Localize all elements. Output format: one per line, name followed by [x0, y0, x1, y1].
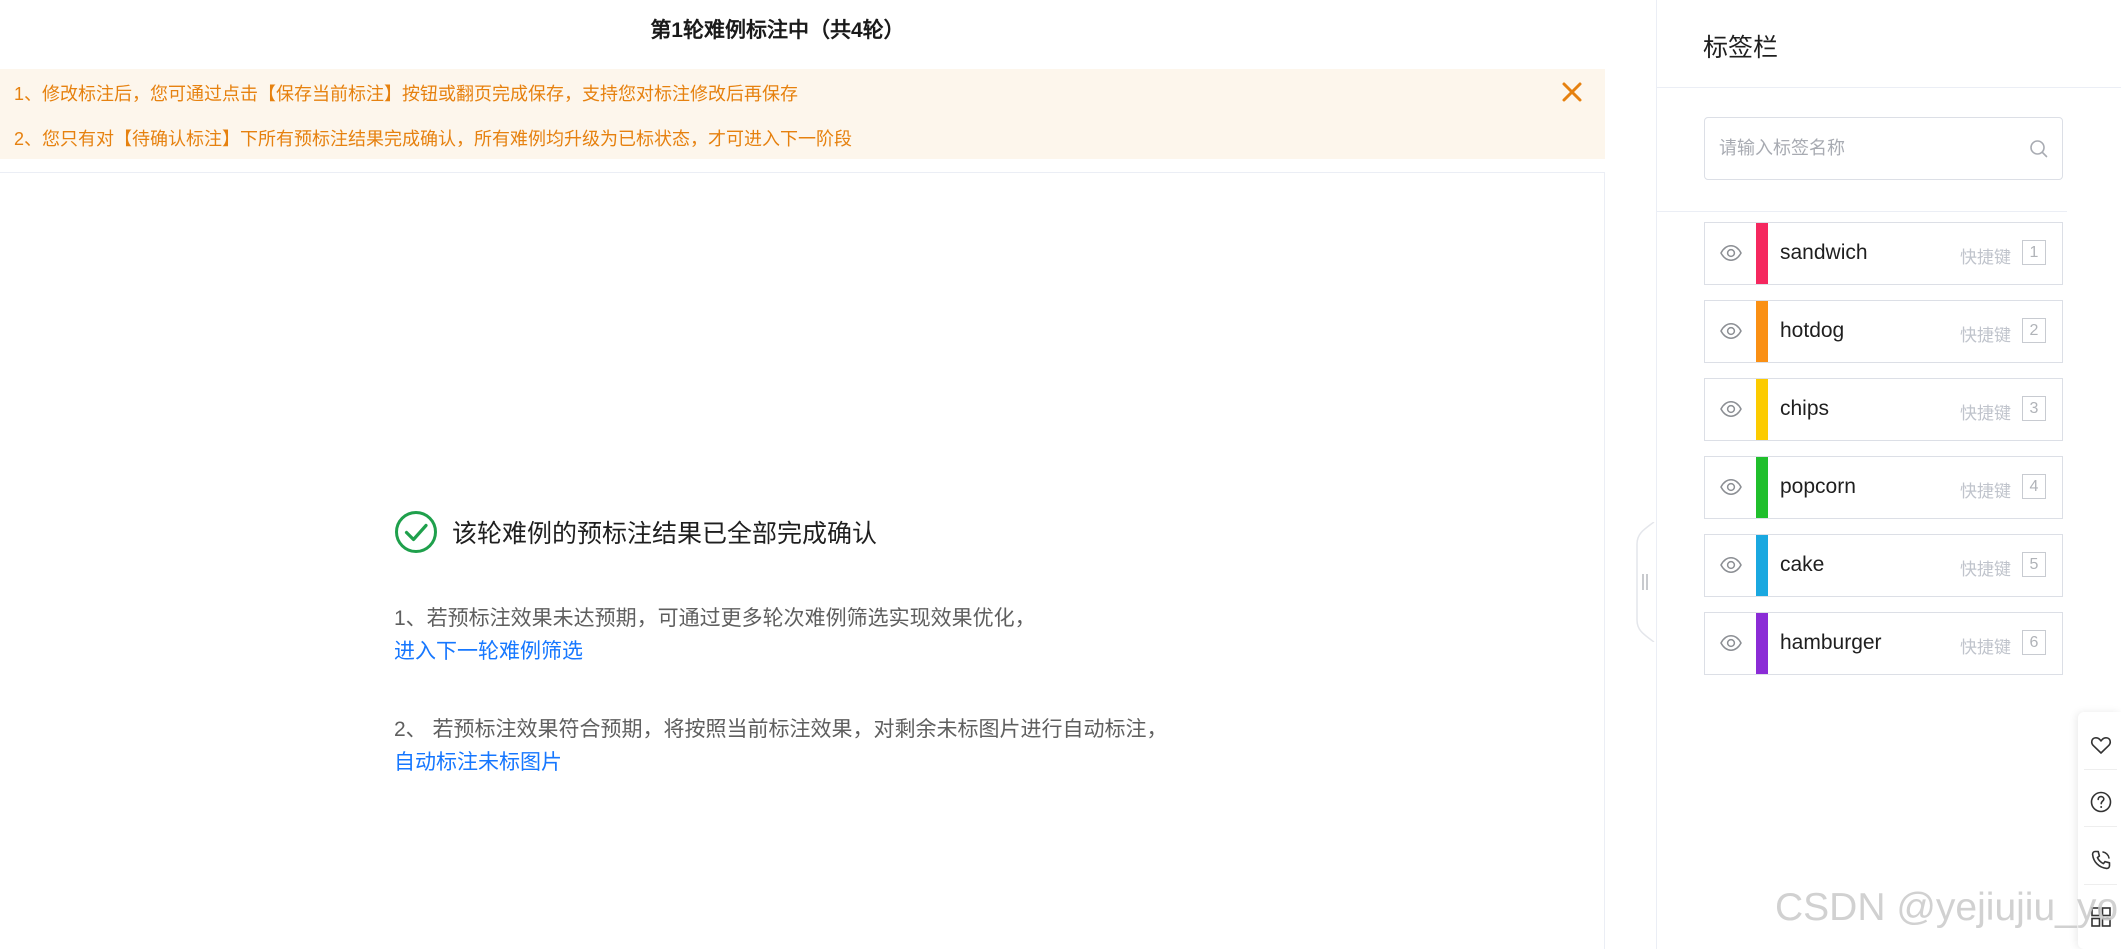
eye-icon[interactable] [1719, 475, 1743, 499]
label-item-popcorn[interactable]: popcorn 快捷键 4 [1704, 456, 2063, 519]
label-color-bar [1756, 457, 1768, 518]
app-page: 第1轮难例标注中（共4轮） 1、修改标注后，您可通过点击【保存当前标注】按钮或翻… [0, 0, 2121, 949]
completion-message: 该轮难例的预标注结果已全部完成确认 [394, 510, 877, 554]
label-item-hamburger[interactable]: hamburger 快捷键 6 [1704, 612, 2063, 675]
divider [2084, 769, 2117, 770]
shortcut-label: 快捷键 [1960, 404, 2011, 423]
check-circle-icon [394, 510, 438, 554]
shortcut-key-badge: 3 [2022, 396, 2046, 421]
completion-text: 该轮难例的预标注结果已全部完成确认 [452, 520, 878, 548]
label-item-cake[interactable]: cake 快捷键 5 [1704, 534, 2063, 597]
divider [1657, 211, 2067, 212]
label-search-box [1704, 117, 2063, 180]
search-icon[interactable] [2028, 138, 2050, 160]
eye-icon[interactable] [1719, 319, 1743, 343]
shortcut-label: 快捷键 [1960, 248, 2011, 267]
step-1-text: 1、若预标注效果未达预期，可通过更多轮次难例筛选实现效果优化， [394, 607, 1036, 630]
eye-icon[interactable] [1719, 241, 1743, 265]
label-name: hotdog [1780, 319, 1845, 342]
label-color-bar [1756, 301, 1768, 362]
close-icon[interactable] [1559, 79, 1585, 105]
content-area [0, 172, 1605, 949]
shortcut-label: 快捷键 [1960, 638, 2011, 657]
phone-icon[interactable] [2089, 848, 2113, 872]
shortcut-label: 快捷键 [1960, 560, 2011, 579]
shortcut-label: 快捷键 [1960, 326, 2011, 345]
help-icon[interactable] [2089, 790, 2113, 814]
shortcut-key-badge: 6 [2022, 630, 2046, 655]
eye-icon[interactable] [1719, 397, 1743, 421]
label-item-sandwich[interactable]: sandwich 快捷键 1 [1704, 222, 2063, 285]
label-color-bar [1756, 535, 1768, 596]
sidebar-title: 标签栏 [1703, 34, 1779, 62]
eye-icon[interactable] [1719, 553, 1743, 577]
divider [2084, 826, 2117, 827]
label-color-bar [1756, 613, 1768, 674]
watermark-text: CSDN @yejiujiu_yo [1775, 886, 2119, 929]
shortcut-key-badge: 4 [2022, 474, 2046, 499]
label-name: popcorn [1780, 475, 1856, 498]
heart-icon[interactable] [2089, 733, 2113, 757]
label-item-hotdog[interactable]: hotdog 快捷键 2 [1704, 300, 2063, 363]
divider [2084, 884, 2117, 885]
label-name: cake [1780, 553, 1825, 576]
label-color-bar [1756, 223, 1768, 284]
step-2-text: 2、 若预标注效果符合预期，将按照当前标注效果，对剩余未标图片进行自动标注， [394, 718, 1168, 741]
label-search-input[interactable] [1719, 118, 2019, 179]
label-name: chips [1780, 397, 1830, 420]
shortcut-key-badge: 1 [2022, 240, 2046, 265]
label-item-chips[interactable]: chips 快捷键 3 [1704, 378, 2063, 441]
label-name: hamburger [1780, 631, 1882, 654]
shortcut-key-badge: 5 [2022, 552, 2046, 577]
shortcut-label: 快捷键 [1960, 482, 2011, 501]
notice-line-2: 2、您只有对【待确认标注】下所有预标注结果完成确认，所有难例均升级为已标状态，才… [14, 129, 853, 149]
label-color-bar [1756, 379, 1768, 440]
label-sidebar: 标签栏 sandwich 快捷键 1 hotdog 快捷键 2 chips 快捷键 3 popco… [1656, 0, 2121, 949]
label-name: sandwich [1780, 241, 1868, 264]
shortcut-key-badge: 2 [2022, 318, 2046, 343]
auto-annotate-link[interactable]: 自动标注未标图片 [394, 746, 562, 776]
next-round-link[interactable]: 进入下一轮难例筛选 [394, 635, 583, 665]
eye-icon[interactable] [1719, 631, 1743, 655]
page-title: 第1轮难例标注中（共4轮） [650, 19, 905, 42]
divider [1657, 87, 2121, 88]
notice-line-1: 1、修改标注后，您可通过点击【保存当前标注】按钮或翻页完成保存，支持您对标注修改… [14, 84, 799, 104]
main-panel: 第1轮难例标注中（共4轮） 1、修改标注后，您可通过点击【保存当前标注】按钮或翻… [0, 0, 1605, 949]
panel-splitter-handle[interactable] [1633, 521, 1655, 643]
